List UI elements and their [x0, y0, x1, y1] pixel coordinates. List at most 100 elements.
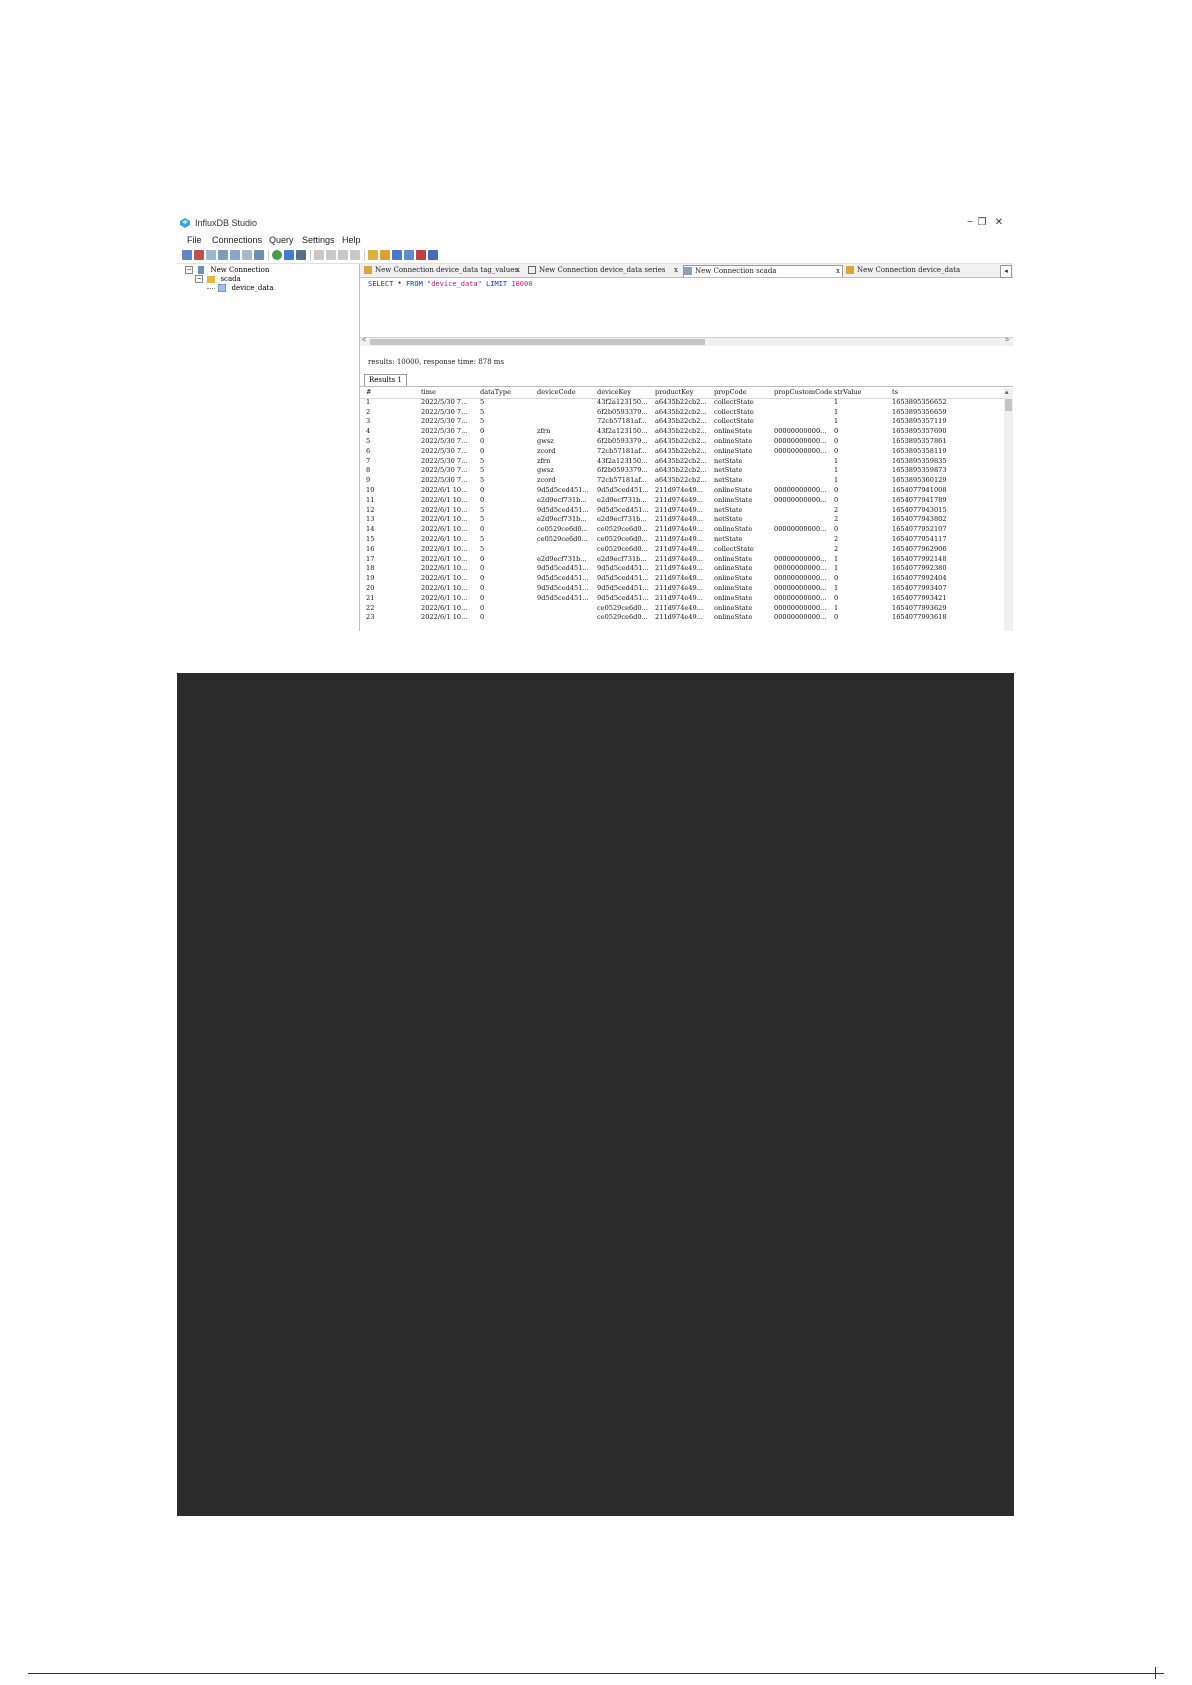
- cell-str-value: 2: [834, 515, 839, 524]
- table-row[interactable]: 3 2022/5/30 7... 5 72cb57181af... a6435b22cb…: [360, 417, 1004, 427]
- chart-icon[interactable]: [230, 250, 240, 260]
- table-row[interactable]: 5 2022/5/30 7... 0 gwsz 6f2b0593379... a6435b…: [360, 437, 1004, 447]
- menu-file[interactable]: File: [187, 235, 202, 245]
- tree-node-database[interactable]: − scada: [195, 275, 241, 284]
- column-header-ts[interactable]: ts: [892, 388, 898, 398]
- cell-device-key: ce0529ce6d0...: [597, 544, 648, 553]
- cell-prop-code: onlineState: [714, 613, 753, 622]
- table-row[interactable]: 4 2022/5/30 7... 0 zfrn 43f2a123150... a6435b…: [360, 427, 1004, 437]
- table-row[interactable]: 19 2022/6/1 10... 0 9d5d5ced451... 9d5d5ced4…: [360, 574, 1004, 584]
- column-header-device-key[interactable]: deviceKey: [597, 388, 631, 398]
- cell-time: 2022/5/30 7...: [421, 427, 468, 436]
- database-icon[interactable]: [218, 250, 228, 260]
- edit-icon[interactable]: [206, 250, 216, 260]
- table-row[interactable]: 11 2022/6/1 10... 0 e2d9ecf731b... e2d9ecf73…: [360, 496, 1004, 506]
- column-header-data-type[interactable]: dataType: [480, 388, 511, 398]
- table-row[interactable]: 13 2022/6/1 10... 5 e2d9ecf731b... e2d9ecf73…: [360, 515, 1004, 525]
- table-row[interactable]: 23 2022/6/1 10... 0 ce0529ce6d0... 211d974e4…: [360, 613, 1004, 623]
- close-icon[interactable]: x: [674, 265, 678, 276]
- copy-icon[interactable]: [314, 250, 324, 260]
- menu-query[interactable]: Query: [269, 235, 294, 245]
- cell-time: 2022/5/30 7...: [421, 417, 468, 426]
- table-row[interactable]: 18 2022/6/1 10... 0 9d5d5ced451... 9d5d5ced4…: [360, 564, 1004, 574]
- cell-data-type: 0: [480, 446, 485, 455]
- cell-device-key: 72cb57181af...: [597, 476, 647, 485]
- new-connection-icon[interactable]: [182, 250, 192, 260]
- grid-vertical-scrollbar[interactable]: ▴: [1004, 388, 1013, 631]
- close-icon[interactable]: x: [836, 266, 840, 277]
- tree-node-measurement[interactable]: device_data: [207, 284, 274, 293]
- table-row[interactable]: 8 2022/5/30 7... 5 gwsz 6f2b0593379... a6435b…: [360, 466, 1004, 476]
- close-icon[interactable]: x: [516, 265, 520, 276]
- restore-button[interactable]: ❐: [975, 216, 989, 230]
- run-icon[interactable]: [284, 250, 294, 260]
- cell-product-key: 211d974e49...: [655, 574, 703, 583]
- table-row[interactable]: 16 2022/6/1 10... 5 ce0529ce6d0... 211d974e4…: [360, 545, 1004, 555]
- refresh-icon[interactable]: [272, 250, 282, 260]
- menu-help[interactable]: Help: [342, 235, 361, 245]
- grid-icon[interactable]: [392, 250, 402, 260]
- settings-icon[interactable]: [428, 250, 438, 260]
- tab-device-data[interactable]: New Connection device_data: [846, 265, 996, 276]
- export-icon[interactable]: [416, 250, 426, 260]
- scrollbar-thumb[interactable]: [1005, 399, 1012, 411]
- cell-data-type: 5: [480, 456, 485, 465]
- cell-ts: 1653895359873: [892, 466, 947, 475]
- list-icon[interactable]: [404, 250, 414, 260]
- menu-settings[interactable]: Settings: [302, 235, 335, 245]
- tree-node-connection[interactable]: − New Connection: [185, 266, 269, 275]
- cell-prop-custom-code: 00000000000...: [774, 495, 827, 504]
- column-header-prop-code[interactable]: propCode: [714, 388, 747, 398]
- tab-scada[interactable]: New Connection scada x: [683, 265, 843, 277]
- table-row[interactable]: 17 2022/6/1 10... 0 e2d9ecf731b... e2d9ecf73…: [360, 555, 1004, 565]
- cut-icon[interactable]: [338, 250, 348, 260]
- cell-str-value: 2: [834, 505, 839, 514]
- table-row[interactable]: 6 2022/5/30 7... 0 zcord 72cb57181af... a6435…: [360, 447, 1004, 457]
- cell-product-key: 211d974e49...: [655, 525, 703, 534]
- scroll-right-icon[interactable]: >: [1005, 337, 1009, 344]
- table-row[interactable]: 20 2022/6/1 10... 0 9d5d5ced451... 9d5d5ced4…: [360, 584, 1004, 594]
- users-list-icon[interactable]: [254, 250, 264, 260]
- collapse-icon[interactable]: −: [195, 275, 203, 283]
- cell-ts: 1653895357690: [892, 427, 947, 436]
- cell-prop-custom-code: 00000000000...: [774, 437, 827, 445]
- column-header-str-value[interactable]: strValue: [834, 388, 862, 398]
- paste-icon[interactable]: [326, 250, 336, 260]
- cell-str-value: 0: [834, 593, 839, 602]
- query-icon[interactable]: [296, 250, 306, 260]
- table-row[interactable]: 22 2022/6/1 10... 0 ce0529ce6d0... 211d974e4…: [360, 604, 1004, 614]
- tab-tag-values[interactable]: New Connection device_data tag_values x: [364, 265, 522, 276]
- table-row[interactable]: 10 2022/6/1 10... 0 9d5d5ced451... 9d5d5ced4…: [360, 486, 1004, 496]
- query-editor[interactable]: SELECT * FROM "device_data" LIMIT 10000: [360, 278, 1013, 336]
- table-row[interactable]: 1 2022/5/30 7... 5 43f2a123150... a6435b22cb…: [360, 398, 1004, 408]
- delete-icon[interactable]: [194, 250, 204, 260]
- scroll-left-icon[interactable]: <: [362, 337, 366, 344]
- table-row[interactable]: 9 2022/5/30 7... 5 zcord 72cb57181af... a6435…: [360, 476, 1004, 486]
- scrollbar-thumb[interactable]: [370, 339, 705, 345]
- undo-icon[interactable]: [350, 250, 360, 260]
- tab-scroll-left-icon[interactable]: ◂: [1000, 265, 1012, 278]
- column-header-prop-custom-code[interactable]: propCustomCode: [774, 388, 832, 398]
- cell-data-type: 0: [480, 613, 485, 622]
- column-header-device-code[interactable]: deviceCode: [537, 388, 576, 398]
- menu-connections[interactable]: Connections: [212, 235, 262, 245]
- scroll-up-icon[interactable]: ▴: [1005, 388, 1009, 396]
- table-row[interactable]: 21 2022/6/1 10... 0 9d5d5ced451... 9d5d5ced4…: [360, 594, 1004, 604]
- tab-series[interactable]: New Connection device_data series x: [528, 265, 680, 276]
- tab-results-1[interactable]: Results 1: [364, 374, 407, 386]
- user-icon[interactable]: [368, 250, 378, 260]
- table-row[interactable]: 14 2022/6/1 10... 0 ce0529ce6d0... ce0529ce6…: [360, 525, 1004, 535]
- collapse-icon[interactable]: −: [185, 266, 193, 274]
- cell-time: 2022/5/30 7...: [421, 446, 468, 455]
- users-icon[interactable]: [380, 250, 390, 260]
- table-row[interactable]: 7 2022/5/30 7... 5 zfrn 43f2a123150... a6435b…: [360, 457, 1004, 467]
- column-header-product-key[interactable]: productKey: [655, 388, 694, 398]
- table-row[interactable]: 15 2022/6/1 10... 5 ce0529ce6d0... ce0529ce6…: [360, 535, 1004, 545]
- close-button[interactable]: ✕: [992, 216, 1006, 230]
- table-icon[interactable]: [242, 250, 252, 260]
- editor-horizontal-scrollbar[interactable]: < >: [360, 337, 1013, 346]
- column-header-row-number[interactable]: #: [366, 388, 372, 398]
- table-row[interactable]: 2 2022/5/30 7... 5 6f2b0593379... a6435b22cb…: [360, 408, 1004, 418]
- table-row[interactable]: 12 2022/6/1 10... 5 9d5d5ced451... 9d5d5ced4…: [360, 506, 1004, 516]
- column-header-time[interactable]: time: [421, 388, 436, 398]
